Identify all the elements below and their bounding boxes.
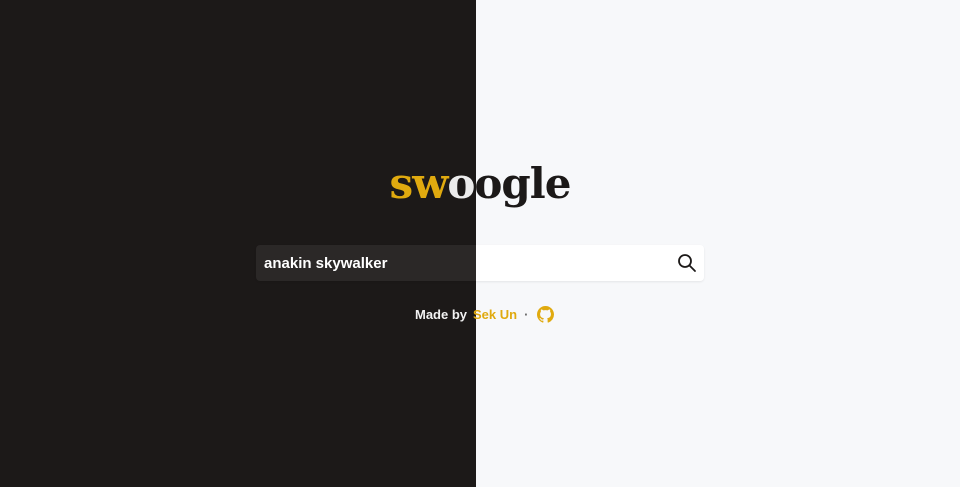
light-half-background [476,0,960,487]
search-icon [678,254,696,272]
search-button[interactable] [676,252,698,274]
logo-part-sw: sw [389,159,449,208]
separator-dot: · [524,306,529,322]
search-box [256,245,704,281]
search-input[interactable] [256,245,656,281]
swoogle-logo: swoogle [0,156,960,212]
github-link[interactable] [537,305,555,323]
logo-part-ogle: ogle [474,159,571,208]
logo-part-o: o [447,159,475,208]
footer-credit: Made by Sek Un · [415,305,555,323]
dark-half-background [0,0,476,487]
github-icon [537,305,555,323]
author-link[interactable]: Sek Un [473,307,517,322]
made-by-label: Made by [415,306,468,322]
